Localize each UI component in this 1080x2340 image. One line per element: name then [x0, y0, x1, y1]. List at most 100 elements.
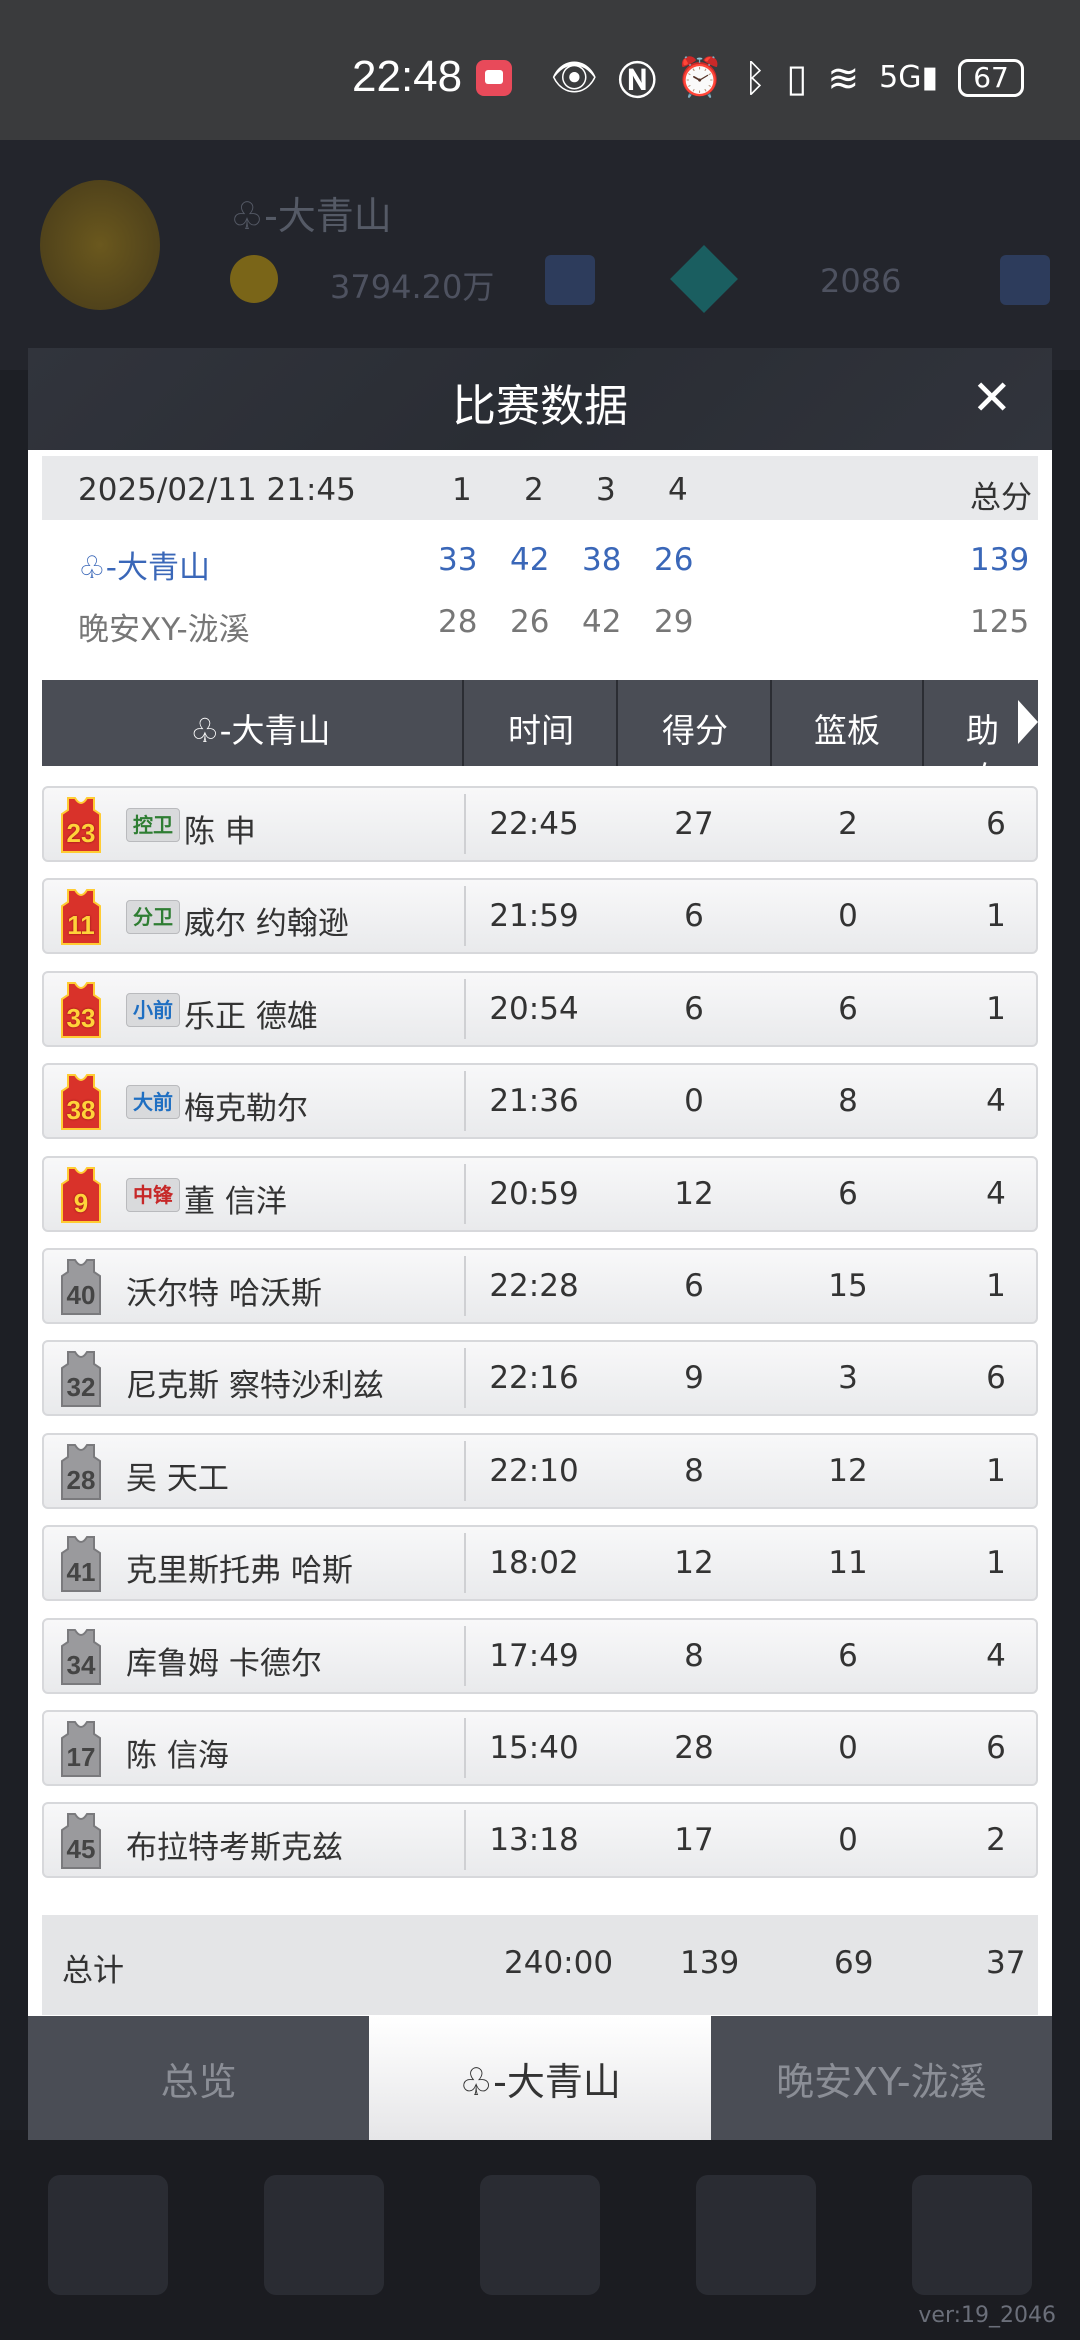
player-assists: 1 [986, 898, 1006, 935]
player-row[interactable]: 45 布拉特考斯克兹 13:18 17 0 2 [42, 1802, 1038, 1879]
player-assists: 2 [986, 1822, 1006, 1859]
quarter-label: 1 [452, 472, 472, 508]
player-name: 布拉特考斯克兹 [126, 1830, 343, 1867]
add-gems-button [1000, 255, 1050, 305]
player-rebounds: 0 [838, 898, 858, 935]
player-row[interactable]: 41 克里斯托弗 哈斯 18:02 12 11 1 [42, 1525, 1038, 1602]
signal-5g-icon: 5G▮ [879, 60, 939, 95]
player-table-header: ♧-大青山 时间 得分 篮板 助攻 [42, 680, 1038, 798]
player-rebounds: 6 [838, 1175, 858, 1212]
player-row[interactable]: 32 尼克斯 察特沙利兹 22:16 9 3 6 [42, 1340, 1038, 1417]
player-rebounds: 3 [838, 1360, 858, 1397]
quarter-score: 33 [438, 542, 478, 578]
quarter-score: 28 [438, 604, 478, 640]
wifi-icon: ≋ [827, 55, 860, 100]
player-assists: 1 [986, 1545, 1006, 1582]
player-time: 15:40 [489, 1729, 579, 1766]
player-points: 6 [684, 1267, 704, 1304]
player-row[interactable]: 17 陈 信海 15:40 28 0 6 [42, 1709, 1038, 1786]
totals-assists: 37 [986, 1945, 1026, 1981]
background-header [0, 140, 1080, 370]
jersey-number: 11 [67, 910, 95, 941]
jersey-number: 23 [66, 818, 96, 848]
coin-value: 3794.20万 [330, 268, 495, 306]
player-time: 22:45 [489, 806, 579, 842]
player-assists: 1 [986, 1267, 1006, 1304]
player-name: 梅克勒尔 [184, 1091, 308, 1128]
totals-points: 139 [680, 1945, 740, 1981]
player-row[interactable]: 38 大前 梅克勒尔 21:36 0 8 4 [42, 1063, 1038, 1140]
player-row[interactable]: 23 控卫陈 申 22:45 27 2 6 [42, 786, 1038, 862]
player-time: 22:10 [489, 1452, 579, 1489]
modal-header: 比赛数据 ✕ [28, 348, 1052, 450]
column-points[interactable]: 得分 [662, 704, 728, 752]
player-assists: 4 [986, 1637, 1006, 1674]
player-row[interactable]: 9 中锋董 信洋 20:59 12 6 4 [42, 1155, 1038, 1232]
quarter-label: 2 [524, 472, 544, 508]
player-row[interactable]: 28 吴 天工 22:10 8 12 1 [42, 1432, 1038, 1509]
nav-item [696, 2175, 816, 2295]
player-name: 董 信洋 [184, 1183, 287, 1220]
eye-icon: 👁 [550, 55, 599, 99]
player-row[interactable]: 33 小前 乐正 德雄 20:54 6 6 1 [42, 970, 1038, 1047]
away-team-name: 晚安XY-泷溪 [78, 612, 250, 648]
player-assists: 6 [986, 806, 1006, 842]
match-stats-modal: 比赛数据 ✕ 2025/02/11 21:45 1 2 3 4 总分 ♧-大青山… [28, 348, 1052, 2140]
scroll-right-icon[interactable] [1018, 700, 1038, 744]
player-time: 17:49 [489, 1637, 579, 1674]
quarter-score: 29 [654, 604, 694, 640]
player-name: 陈 申 [184, 814, 256, 850]
tab-home-team[interactable]: ♧-大青山 [369, 2016, 711, 2140]
player-rebounds: 6 [838, 1637, 858, 1674]
player-time: 18:02 [489, 1545, 579, 1582]
tab-overview[interactable]: 总览 [28, 2016, 370, 2140]
background-team-title: ♧-大青山 [230, 194, 392, 238]
column-time[interactable]: 时间 [508, 704, 574, 752]
alarm-icon: ⏰ [676, 55, 724, 99]
player-points: 12 [674, 1545, 714, 1582]
player-points: 8 [684, 1637, 704, 1674]
home-score-row: ♧-大青山 33 42 38 26 139 [42, 532, 1038, 592]
vibrate-icon: ▯ [786, 55, 808, 100]
player-points: 9 [684, 1360, 704, 1397]
player-name: 尼克斯 察特沙利兹 [126, 1368, 384, 1405]
jersey-number: 28 [66, 1464, 96, 1495]
away-total-score: 125 [970, 604, 1030, 640]
player-assists: 1 [986, 990, 1006, 1027]
player-row[interactable]: 40 沃尔特 哈沃斯 22:28 6 15 1 [42, 1247, 1038, 1324]
close-icon[interactable]: ✕ [972, 370, 1012, 426]
jersey-number: 33 [66, 1002, 96, 1033]
jersey-number: 41 [66, 1557, 96, 1588]
column-rebounds[interactable]: 篮板 [814, 704, 880, 752]
player-time: 20:59 [489, 1175, 579, 1212]
player-rebounds: 15 [828, 1267, 868, 1304]
nav-item [480, 2175, 600, 2295]
table-team-name: ♧-大青山 [190, 711, 331, 750]
gem-value: 2086 [820, 262, 902, 300]
player-rebounds: 11 [828, 1545, 868, 1582]
jersey-number: 9 [73, 1187, 89, 1218]
quarter-score: 42 [582, 604, 622, 640]
player-assists: 1 [986, 1452, 1006, 1489]
team-logo [40, 180, 160, 310]
player-name: 克里斯托弗 哈斯 [126, 1553, 353, 1590]
player-time: 22:28 [489, 1267, 579, 1304]
position-badge: 中锋 [126, 1177, 180, 1212]
quarter-score: 26 [654, 542, 694, 578]
quarter-score: 42 [510, 542, 550, 578]
jersey-number: 38 [66, 1095, 96, 1126]
player-rows: 23 控卫陈 申 22:45 27 2 6 11 分卫 威尔 约翰逊 21:59 6 0 1 33 小前 乐正… [42, 786, 1038, 1895]
player-points: 6 [684, 990, 704, 1027]
modal-title: 比赛数据 [452, 381, 628, 432]
player-time: 20:54 [489, 990, 579, 1027]
player-rebounds: 0 [838, 1729, 858, 1766]
player-row[interactable]: 11 分卫 威尔 约翰逊 21:59 6 0 1 [42, 878, 1038, 955]
add-coins-button [545, 255, 595, 305]
player-points: 6 [684, 898, 704, 935]
player-row[interactable]: 34 库鲁姆 卡德尔 17:49 8 6 4 [42, 1617, 1038, 1694]
quarter-label: 3 [596, 472, 616, 508]
player-points: 8 [684, 1452, 704, 1489]
player-time: 21:36 [489, 1083, 579, 1120]
position-badge: 小前 [126, 992, 180, 1027]
tab-away-team[interactable]: 晚安XY-泷溪 [710, 2016, 1052, 2140]
